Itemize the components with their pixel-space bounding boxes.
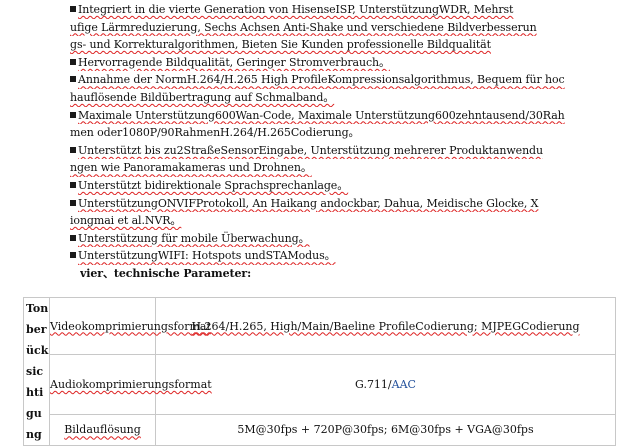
list-item-text: gs- und Korrekturalgorithmen, Bieten Sie…: [70, 38, 491, 52]
list-item: Annahme der NormH.264/H.265 High Profile…: [70, 71, 590, 89]
row-value-cell: 5M@30fps + 720P@30fps; 6M@30fps + VGA@30…: [155, 413, 616, 446]
list-item-text: UnterstützungONVIFProtokoll, An Haikang …: [78, 196, 539, 210]
bullet-square-icon: [70, 199, 76, 206]
bullet-square-icon: [70, 58, 76, 65]
list-item: Unterstützt bis zu2StraßeSensorEingabe, …: [70, 142, 590, 160]
row-value-link-text: AAC: [391, 377, 416, 391]
spec-table: Tonberücksichtigung Videokomprimierungsf…: [23, 296, 616, 446]
row-value-cell: G.711/AAC: [155, 354, 616, 415]
row-label-cell: Bildauflösung: [49, 413, 156, 446]
list-item: Unterstützung für mobile Überwachung。: [70, 230, 590, 248]
list-item-text: hauflösende Bildübertragung auf Schmalba…: [70, 90, 335, 104]
list-item-continuation: ufige Lärmreduzierung, Sechs Achsen Anti…: [70, 19, 590, 37]
row-label-text: Videokomprimierungsformat: [50, 319, 211, 333]
list-item-continuation: hauflösende Bildübertragung auf Schmalba…: [70, 89, 590, 107]
list-item-continuation: iongmai et al.NVR。: [70, 212, 590, 230]
list-item-text: Unterstützt bidirektionale Sprachsprecha…: [78, 178, 349, 192]
row-label-text: Bildauflösung: [64, 423, 141, 437]
row-value-text: G.711/: [355, 377, 392, 391]
bullet-square-icon: [70, 181, 76, 188]
list-item-text: men oder1080P/90RahmenH.264/H.265Codieru…: [70, 126, 360, 140]
list-item: Unterstützt bidirektionale Sprachsprecha…: [70, 177, 590, 195]
list-item: Maximale Unterstützung600Wan-Code, Maxim…: [70, 107, 590, 125]
list-item-text: Integriert in die vierte Generation von …: [78, 3, 514, 16]
list-item-text: ufige Lärmreduzierung, Sechs Achsen Anti…: [70, 20, 537, 34]
list-item-text: Unterstützt bis zu2StraßeSensorEingabe, …: [78, 143, 543, 157]
bullet-square-icon: [70, 76, 76, 83]
table-row: Bildauflösung 5M@30fps + 720P@30fps; 6M@…: [24, 413, 616, 446]
list-item: Hervorragende Bildqualität, Geringer Str…: [70, 54, 590, 72]
list-item-continuation: gs- und Korrekturalgorithmen, Bieten Sie…: [70, 36, 590, 54]
row-value-cell: H.264/H.265, High/Main/Baeline ProfileCo…: [155, 296, 616, 356]
row-value-text: H.264/H.265, High/Main/Baeline ProfileCo…: [191, 319, 580, 333]
list-item-text: Maximale Unterstützung600Wan-Code, Maxim…: [78, 108, 565, 122]
list-item-text: Annahme der NormH.264/H.265 High Profile…: [78, 73, 565, 87]
list-item-text: Unterstützung für mobile Überwachung。: [78, 231, 310, 245]
bullet-square-icon: [70, 6, 76, 12]
group-label-cell: Tonberücksichtigung: [23, 297, 50, 446]
row-label-cell: Audiokomprimierungsformat: [49, 354, 212, 415]
document-page: Integriert in die vierte Generation von …: [0, 0, 634, 446]
list-item-text: UnterstützungWIFI: Hotspots undSTAModus。: [78, 249, 336, 263]
table-row: Tonberücksichtigung Videokomprimierungsf…: [23, 296, 616, 446]
feature-list: Integriert in die vierte Generation von …: [70, 1, 590, 283]
row-label-cell: Videokomprimierungsformat: [49, 296, 211, 356]
row-label-text: Audiokomprimierungsformat: [50, 377, 212, 391]
list-item: UnterstützungWIFI: Hotspots undSTAModus。: [70, 247, 590, 265]
list-item-text: Hervorragende Bildqualität, Geringer Str…: [78, 55, 390, 69]
list-item: UnterstützungONVIFProtokoll, An Haikang …: [70, 195, 590, 213]
list-item-text: ngen wie Panoramakameras und Drohnen。: [70, 161, 312, 175]
list-item-continuation: ngen wie Panoramakameras und Drohnen。: [70, 159, 590, 177]
bullet-square-icon: [70, 252, 76, 259]
bullet-square-icon: [70, 146, 76, 153]
table-row: Audiokomprimierungsformat G.711/AAC: [24, 354, 616, 415]
bullet-square-icon: [70, 111, 76, 118]
list-item-text: iongmai et al.NVR。: [70, 214, 182, 228]
bullet-square-icon: [70, 234, 76, 241]
section-heading: vier、technische Parameter:: [80, 266, 252, 280]
list-item: Integriert in die vierte Generation von …: [70, 1, 590, 19]
list-item-continuation: men oder1080P/90RahmenH.264/H.265Codieru…: [70, 124, 590, 142]
row-value-text: 5M@30fps + 720P@30fps; 6M@30fps + VGA@30…: [237, 423, 534, 437]
